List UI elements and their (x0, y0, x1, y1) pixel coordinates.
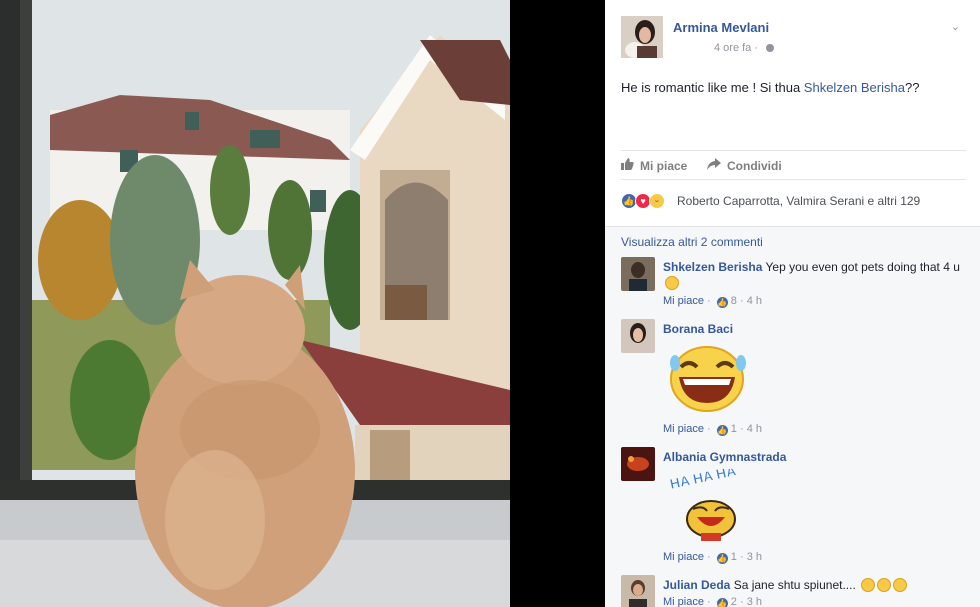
commenter-avatar[interactable] (621, 575, 655, 607)
comment-body: Shkelzen Berisha Yep you even got pets d… (663, 259, 963, 291)
comment-body: Julian Deda Sa jane shtu spiunet.... (663, 577, 963, 593)
comment-like-link[interactable]: Mi piace (663, 596, 704, 607)
comment-text: Sa jane shtu spiunet.... (733, 578, 856, 592)
chevron-down-icon[interactable]: ⌄ (951, 20, 960, 33)
comment-meta: Mi piace · 👍 8 · 4 h (663, 295, 762, 308)
laughing-emoji-sticker[interactable] (667, 343, 749, 416)
comment-item: Borana Baci Mi piace · 👍 1 · 4 h (621, 319, 966, 439)
post-timestamp[interactable]: 4 ore fa · (714, 42, 775, 54)
comment-item: Shkelzen Berisha Yep you even got pets d… (621, 257, 966, 313)
meta-separator-dot: · (739, 551, 747, 563)
post-header: Armina Mevlani 4 ore fa · ⌄ (621, 16, 966, 60)
post-text-prefix: He is romantic like me ! Si thua (621, 80, 804, 95)
meta-separator-dot: · (739, 295, 747, 307)
commenter-name[interactable]: Shkelzen Berisha (663, 260, 762, 274)
commenter-name[interactable]: Albania Gymnastrada (663, 450, 786, 464)
laughing-emoji-icon (877, 578, 892, 592)
comment-meta: Mi piace · 👍 1 · 3 h (663, 551, 762, 564)
like-count-icon: 👍 (716, 297, 728, 308)
share-label: Condividi (727, 159, 782, 173)
post-panel: Armina Mevlani 4 ore fa · ⌄ He is romant… (605, 0, 980, 607)
commenter-avatar[interactable] (621, 319, 655, 353)
like-count-icon: 👍 (716, 598, 728, 607)
author-avatar[interactable] (621, 16, 663, 58)
comment-like-count[interactable]: 2 (731, 596, 737, 607)
comment-like-count[interactable]: 8 (731, 295, 737, 307)
comment-time[interactable]: 4 h (747, 423, 762, 435)
comment-item: Julian Deda Sa jane shtu spiunet.... Mi … (621, 575, 966, 607)
comment-like-link[interactable]: Mi piace (663, 295, 704, 307)
laughing-emoji-icon (665, 276, 679, 290)
meta-separator-dot: · (739, 596, 747, 607)
haha-reaction-icon: ᵕ (649, 193, 665, 209)
hahaha-sticker[interactable]: HA HA HA (667, 462, 751, 546)
post-text: He is romantic like me ! Si thua Shkelze… (621, 80, 919, 95)
audience-separator-dot: · (754, 42, 762, 54)
commenter-avatar[interactable] (621, 257, 655, 291)
post-actions: Mi piace Condividi (621, 150, 966, 180)
comment-meta: Mi piace · 👍 1 · 4 h (663, 423, 762, 436)
photo-viewer-background (510, 0, 605, 607)
comment-like-count[interactable]: 1 (731, 551, 737, 563)
like-count-icon: 👍 (716, 425, 728, 436)
author-name[interactable]: Armina Mevlani (673, 20, 769, 35)
comment-meta: Mi piace · 👍 2 · 3 h (663, 596, 762, 607)
post-time[interactable]: 4 ore fa (714, 42, 751, 54)
audience-icon[interactable] (766, 44, 775, 53)
meta-separator-dot: · (707, 596, 714, 607)
laughing-emoji-icon (893, 578, 908, 592)
comment-body: Albania Gymnastrada (663, 449, 963, 465)
meta-separator-dot: · (707, 551, 714, 563)
like-button[interactable]: Mi piace (621, 158, 687, 173)
sticker-text: HA HA HA (668, 469, 737, 492)
comment-like-link[interactable]: Mi piace (663, 423, 704, 435)
comment-time[interactable]: 4 h (747, 295, 762, 307)
meta-separator-dot: · (707, 423, 714, 435)
comment-item: Albania Gymnastrada HA HA HA Mi piace · … (621, 447, 966, 567)
meta-separator-dot: · (739, 423, 747, 435)
post-photo[interactable] (0, 0, 510, 607)
share-arrow-icon (707, 158, 721, 173)
cat-window-photo (0, 0, 510, 607)
reactions-names[interactable]: Roberto Caparrotta, Valmira Serani e alt… (677, 194, 920, 208)
thumbs-up-icon (621, 158, 634, 173)
view-more-comments-link[interactable]: Visualizza altri 2 commenti (621, 235, 763, 249)
commenter-name[interactable]: Borana Baci (663, 322, 733, 336)
tagged-user-link[interactable]: Shkelzen Berisha (804, 80, 905, 95)
commenter-name[interactable]: Julian Deda (663, 578, 730, 592)
meta-separator-dot: · (707, 295, 714, 307)
like-count-icon: 👍 (716, 553, 728, 564)
comment-time[interactable]: 3 h (747, 596, 762, 607)
post-text-suffix: ?? (904, 80, 920, 95)
share-button[interactable]: Condividi (707, 158, 782, 173)
comment-like-count[interactable]: 1 (731, 423, 737, 435)
wink-emoji-icon (861, 578, 876, 592)
comment-time[interactable]: 3 h (747, 551, 762, 563)
like-label: Mi piace (640, 159, 688, 173)
comment-body: Borana Baci (663, 321, 963, 337)
comment-like-link[interactable]: Mi piace (663, 551, 704, 563)
commenter-avatar[interactable] (621, 447, 655, 481)
comment-text: Yep you even got pets doing that 4 u (765, 260, 960, 274)
comments-section: Visualizza altri 2 commenti Shkelzen Ber… (605, 226, 980, 607)
